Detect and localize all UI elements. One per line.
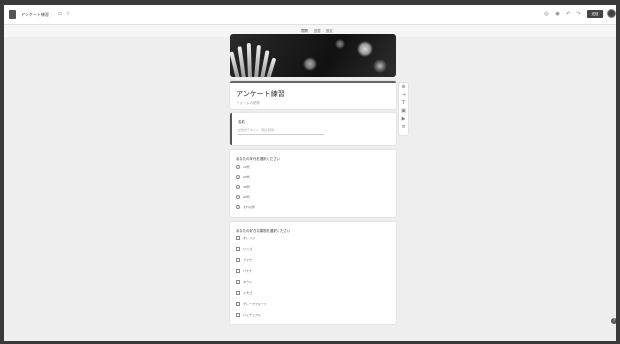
question-card-name[interactable]: 名前 記述式テキスト（短文回答） bbox=[230, 113, 396, 145]
pencil-graphic bbox=[246, 42, 252, 77]
checkbox-option[interactable]: リンゴ bbox=[236, 246, 252, 252]
tab-settings[interactable]: 設定 bbox=[326, 28, 333, 33]
form-title-card[interactable]: アンケート練習 フォームの説明 bbox=[230, 81, 396, 109]
checkbox-icon[interactable] bbox=[236, 247, 240, 251]
option-label: ブドウ bbox=[243, 258, 253, 262]
avatar[interactable] bbox=[607, 9, 616, 18]
option-label: 10代 bbox=[243, 165, 250, 169]
checkbox-icon[interactable] bbox=[236, 269, 240, 273]
floating-toolbar: ⊕ ⇥ T ▣ ▶ ≡ bbox=[399, 83, 408, 135]
star-icon[interactable]: ☆ bbox=[65, 11, 71, 17]
doc-title[interactable]: アンケート練習 bbox=[21, 10, 49, 19]
form-description[interactable]: フォームの説明 bbox=[236, 100, 260, 105]
question-label: 名前 bbox=[238, 120, 245, 124]
form-title[interactable]: アンケート練習 bbox=[236, 89, 285, 99]
checkbox-icon[interactable] bbox=[236, 236, 240, 240]
checkbox-icon[interactable] bbox=[236, 302, 240, 306]
question-card-age[interactable]: あなたの年代を選択ください 10代 20代 30代 40代 それ以外 bbox=[230, 150, 396, 217]
pencil-graphic bbox=[254, 44, 261, 77]
question-label: あなたの好きな果物を選択ください bbox=[236, 229, 291, 233]
palette-icon[interactable]: ◎ bbox=[543, 10, 550, 18]
checkbox-icon[interactable] bbox=[236, 313, 240, 317]
radio-icon[interactable] bbox=[236, 165, 240, 169]
checkbox-icon[interactable] bbox=[236, 280, 240, 284]
checkbox-option[interactable]: キウイ bbox=[236, 279, 252, 285]
radio-option[interactable]: 40代 bbox=[236, 194, 250, 200]
undo-icon[interactable]: ↶ bbox=[565, 10, 572, 18]
option-label: バナナ bbox=[243, 269, 253, 273]
checkbox-option[interactable]: イチゴ bbox=[236, 290, 252, 296]
checkbox-option[interactable]: グレープフルーツ bbox=[236, 301, 267, 307]
option-label: キウイ bbox=[243, 280, 253, 284]
eye-icon[interactable]: ◉ bbox=[554, 10, 561, 18]
option-label: リンゴ bbox=[243, 247, 253, 251]
option-label: グレープフルーツ bbox=[243, 302, 267, 306]
import-icon[interactable]: ⇥ bbox=[400, 92, 407, 99]
option-label: 30代 bbox=[243, 185, 250, 189]
redo-icon[interactable]: ↷ bbox=[575, 10, 582, 18]
forms-logo-icon[interactable] bbox=[9, 10, 16, 19]
short-answer-field[interactable]: 記述式テキスト（短文回答） bbox=[238, 128, 324, 135]
image-icon[interactable]: ▣ bbox=[400, 108, 407, 115]
add-question-icon[interactable]: ⊕ bbox=[400, 84, 407, 91]
checkbox-icon[interactable] bbox=[236, 258, 240, 262]
browser-frame: アンケート練習 ▭ ☆ ◎ ◉ ↶ ↷ 送信 ⋮ 質問 回答 設定 アンケート練… bbox=[4, 5, 616, 341]
radio-option[interactable]: 20代 bbox=[236, 174, 250, 180]
more-icon[interactable]: ⋮ bbox=[601, 10, 606, 18]
section-icon[interactable]: ≡ bbox=[400, 124, 407, 131]
checkbox-option[interactable]: オレンジ bbox=[236, 235, 255, 241]
radio-icon[interactable] bbox=[236, 205, 240, 209]
pencil-graphic bbox=[237, 46, 246, 77]
option-label: それ以外 bbox=[243, 205, 256, 209]
option-label: イチゴ bbox=[243, 291, 253, 295]
checkbox-option[interactable]: パイナップル bbox=[236, 312, 261, 318]
question-card-fruit[interactable]: あなたの好きな果物を選択ください オレンジ リンゴ ブドウ バナナ キウイ イチ… bbox=[230, 222, 396, 324]
header-image[interactable] bbox=[230, 34, 396, 77]
tab-responses[interactable]: 回答 bbox=[314, 28, 321, 33]
option-label: 20代 bbox=[243, 175, 250, 179]
help-icon[interactable]: ? bbox=[611, 318, 616, 324]
radio-option[interactable]: 10代 bbox=[236, 164, 250, 170]
video-icon[interactable]: ▶ bbox=[400, 116, 407, 123]
title-text-icon[interactable]: T bbox=[400, 100, 407, 107]
top-bar: アンケート練習 ▭ ☆ ◎ ◉ ↶ ↷ 送信 ⋮ bbox=[4, 5, 616, 25]
radio-icon[interactable] bbox=[236, 185, 240, 189]
radio-icon[interactable] bbox=[236, 195, 240, 199]
radio-option[interactable]: それ以外 bbox=[236, 204, 255, 210]
option-label: パイナップル bbox=[243, 313, 261, 317]
radio-icon[interactable] bbox=[236, 175, 240, 179]
checkbox-option[interactable]: ブドウ bbox=[236, 257, 252, 263]
checkbox-icon[interactable] bbox=[236, 291, 240, 295]
radio-option[interactable]: 30代 bbox=[236, 184, 250, 190]
option-label: 40代 bbox=[243, 195, 250, 199]
question-label: あなたの年代を選択ください bbox=[236, 157, 281, 161]
folder-icon[interactable]: ▭ bbox=[57, 11, 63, 17]
option-label: オレンジ bbox=[243, 236, 256, 240]
checkbox-option[interactable]: バナナ bbox=[236, 268, 252, 274]
